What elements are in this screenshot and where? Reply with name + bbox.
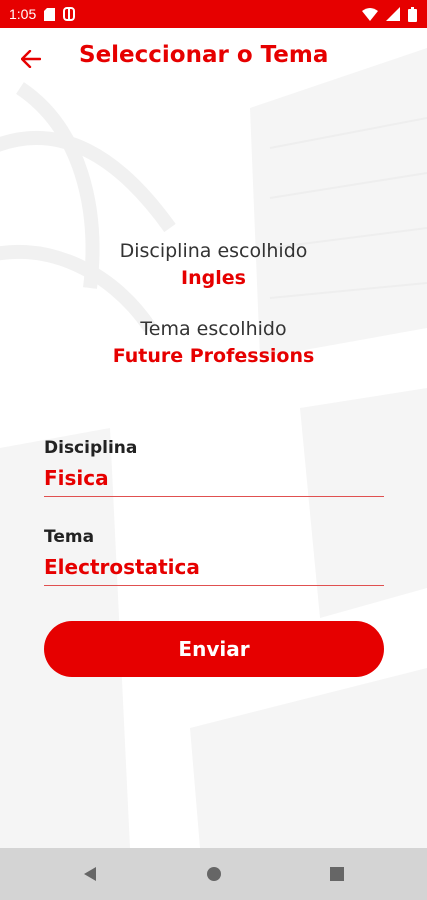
selected-discipline-summary: Disciplina escolhido Ingles xyxy=(0,240,427,289)
discipline-field-label: Disciplina xyxy=(44,438,138,458)
theme-field: Tema Electrostatica xyxy=(44,527,384,586)
nav-recents-button[interactable] xyxy=(307,848,367,900)
selected-theme-label: Tema escolhido xyxy=(140,318,287,340)
sd-card-icon xyxy=(44,7,56,21)
page-title: Seleccionar o Tema xyxy=(79,42,329,68)
status-bar: 1:05 xyxy=(0,0,427,28)
cell-signal-icon xyxy=(386,7,400,21)
system-nav-bar xyxy=(0,848,427,900)
theme-field-label: Tema xyxy=(44,527,95,547)
nav-back-button[interactable] xyxy=(60,848,120,900)
wifi-icon xyxy=(362,7,378,21)
submit-button[interactable]: Enviar xyxy=(44,621,384,677)
theme-select[interactable]: Electrostatica xyxy=(44,555,384,586)
discipline-field: Disciplina Fisica xyxy=(44,438,384,497)
triangle-back-icon xyxy=(84,867,96,881)
back-button[interactable] xyxy=(16,44,46,74)
data-saver-icon xyxy=(63,7,76,21)
nav-home-button[interactable] xyxy=(184,848,244,900)
selected-theme-value: Future Professions xyxy=(112,345,315,367)
battery-icon xyxy=(408,6,417,22)
selected-discipline-label: Disciplina escolhido xyxy=(119,240,308,262)
arrow-back-icon xyxy=(21,50,41,68)
selected-discipline-value: Ingles xyxy=(181,267,246,289)
selected-theme-summary: Tema escolhido Future Professions xyxy=(0,318,427,367)
status-time: 1:05 xyxy=(9,6,37,22)
discipline-select[interactable]: Fisica xyxy=(44,466,384,497)
app-bar: Seleccionar o Tema xyxy=(0,28,427,88)
circle-home-icon xyxy=(207,867,221,881)
square-recents-icon xyxy=(330,867,344,881)
